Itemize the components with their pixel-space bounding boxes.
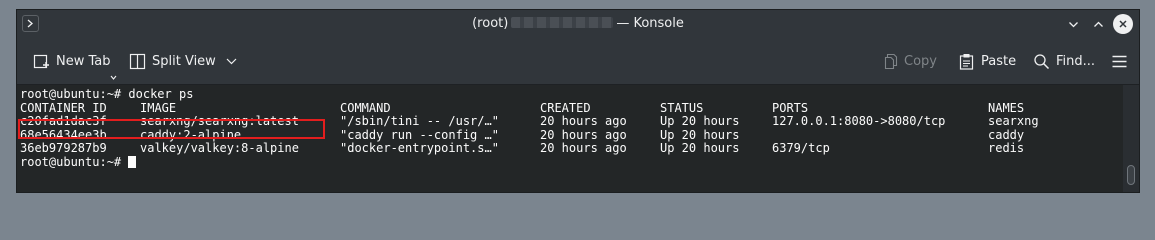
ports: 127.0.0.1:8080->8080/tcp (772, 114, 946, 128)
split-view-label: Split View (152, 53, 216, 69)
minimize-button[interactable] (1063, 14, 1083, 34)
chevron-down-icon[interactable] (110, 75, 117, 80)
find-button[interactable]: Find... (1033, 50, 1095, 72)
created: 20 hours ago (540, 141, 627, 155)
split-view-button[interactable]: Split View (129, 50, 237, 72)
header-container-id: CONTAINER ID (20, 100, 107, 115)
paste-label: Paste (981, 53, 1017, 69)
title-bar[interactable]: (root) — Konsole (17, 10, 1139, 39)
toolbar: New Tab Split View Copy Paste Find... (17, 39, 1139, 85)
table-row: 36eb979287b9 valkey/valkey:8-alpine "doc… (20, 141, 1125, 156)
paste-button[interactable]: Paste (958, 50, 1016, 72)
split-view-icon (129, 53, 146, 69)
text-cursor (128, 155, 137, 168)
scrollbar-thumb[interactable] (1127, 165, 1135, 185)
command-cell: "/sbin/tini -- /usr/…" (340, 114, 499, 128)
hamburger-menu-icon (1112, 55, 1127, 67)
ports: 6379/tcp (772, 141, 830, 155)
command: docker ps (128, 87, 194, 101)
prompt-line: root@ubuntu:~# docker ps (20, 87, 1125, 102)
redacted-hostname (511, 17, 614, 28)
prompt: root@ubuntu:~# (20, 87, 122, 101)
paste-icon (959, 53, 974, 70)
status: Up 20 hours (660, 114, 740, 128)
chevron-down-icon (226, 58, 237, 64)
find-label: Find... (1056, 53, 1096, 69)
highlight-annotation (18, 119, 325, 139)
names: searxng (988, 114, 1039, 128)
minimize-icon (1068, 21, 1078, 27)
search-icon (1034, 53, 1050, 69)
window-title-prefix: (root) (472, 16, 509, 31)
new-tab-icon (33, 54, 49, 68)
header-command: COMMAND (340, 100, 391, 115)
prompt-line: root@ubuntu:~# (20, 154, 1125, 170)
maximize-icon (1093, 21, 1103, 27)
copy-icon (884, 53, 898, 69)
copy-label: Copy (904, 53, 937, 69)
vertical-scrollbar[interactable] (1123, 85, 1139, 192)
main-menu-button[interactable] (1111, 50, 1128, 72)
created: 20 hours ago (540, 114, 627, 128)
container-id: 36eb979287b9 (20, 141, 107, 155)
header-image: IMAGE (140, 100, 177, 115)
konsole-window: (root) — Konsole New Tab Split View Copy… (16, 9, 1140, 193)
header-created: CREATED (540, 100, 591, 115)
close-button[interactable] (1113, 14, 1133, 34)
copy-button[interactable]: Copy (881, 50, 937, 72)
status: Up 20 hours (660, 127, 740, 142)
image: valkey/valkey:8-alpine (140, 141, 299, 155)
header-status: STATUS (660, 100, 704, 115)
header-names: NAMES (988, 100, 1025, 115)
new-tab-label: New Tab (56, 53, 111, 69)
table-header-row: CONTAINER ID IMAGE COMMAND CREATED STATU… (20, 100, 1125, 116)
created: 20 hours ago (540, 127, 627, 142)
status: Up 20 hours (660, 141, 740, 155)
new-tab-button[interactable]: New Tab (33, 50, 111, 72)
command-cell: "docker-entrypoint.s…" (340, 141, 499, 155)
maximize-button[interactable] (1088, 14, 1108, 34)
window-title: (root) — Konsole (17, 16, 1139, 31)
prompt: root@ubuntu:~# (20, 154, 122, 169)
window-title-suffix: — Konsole (616, 16, 684, 31)
header-ports: PORTS (772, 100, 809, 115)
names: redis (988, 141, 1025, 155)
close-icon (1119, 20, 1127, 28)
command-cell: "caddy run --config …" (340, 127, 499, 142)
window-controls (1063, 14, 1133, 34)
names: caddy (988, 127, 1025, 142)
terminal-view[interactable]: root@ubuntu:~# docker ps CONTAINER ID IM… (17, 85, 1125, 192)
